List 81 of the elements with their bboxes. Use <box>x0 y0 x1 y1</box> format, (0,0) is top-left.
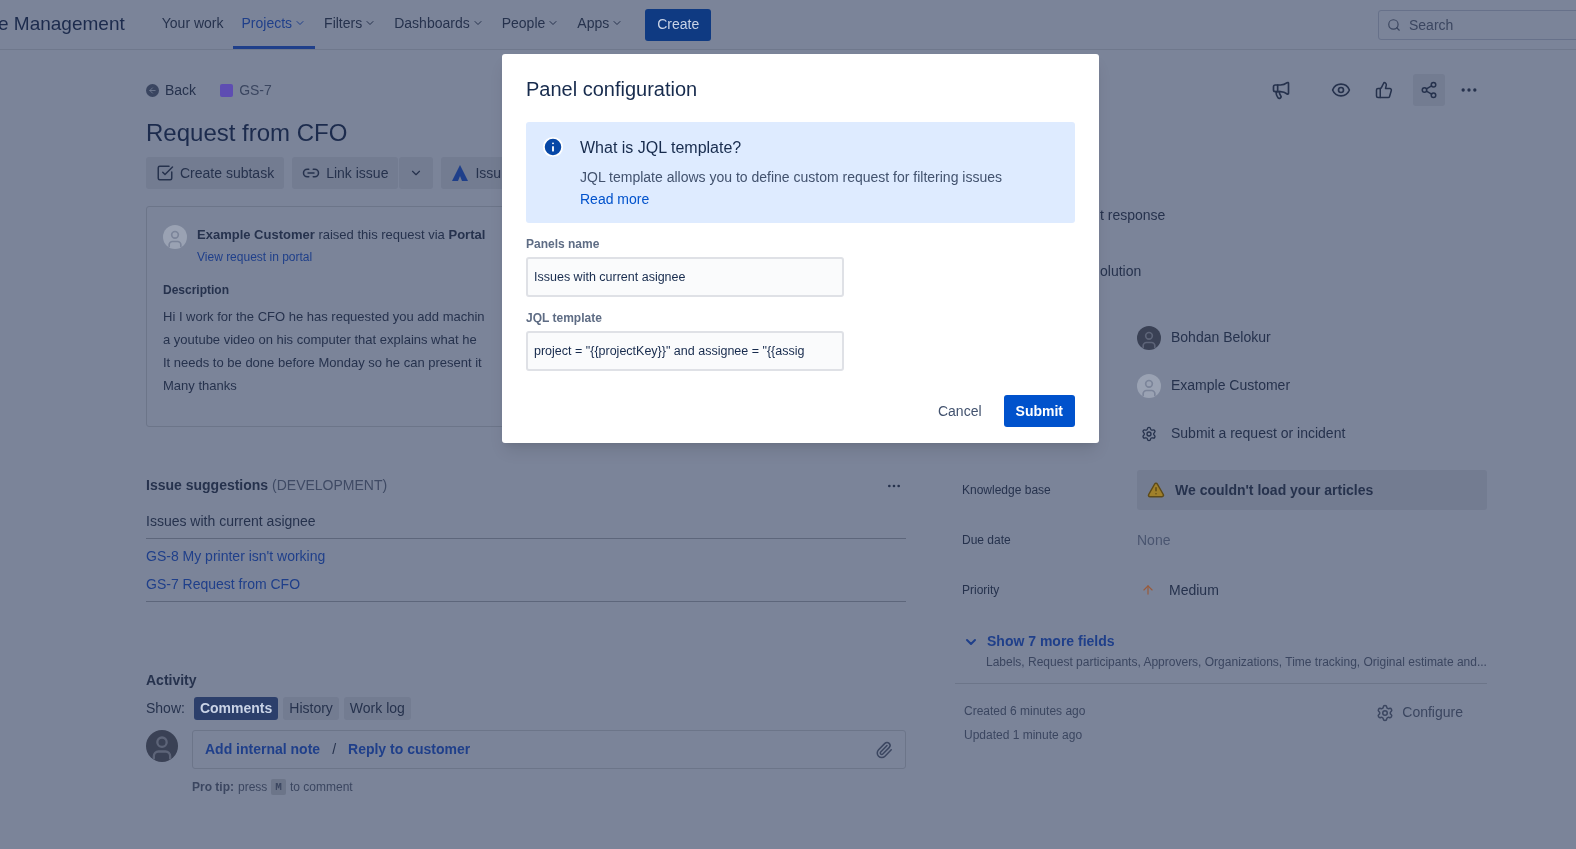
created-time: Created 6 minutes ago <box>964 703 1086 720</box>
updated-time: Updated 1 minute ago <box>964 727 1084 744</box>
nav-item[interactable]: Apps <box>568 0 633 49</box>
sla-text: t response <box>1100 206 1167 225</box>
attachment-icon[interactable] <box>875 740 893 759</box>
issue-type-icon <box>220 83 234 97</box>
pro-tip-label: Pro tip: <box>192 779 234 796</box>
issue-link[interactable]: GS-8 My printer isn't working <box>146 545 326 567</box>
gear-icon <box>1376 703 1395 722</box>
person-name: Bohdan Belokur <box>1171 328 1271 347</box>
reply-link[interactable]: Reply to customer <box>348 739 471 760</box>
nav-item[interactable]: People <box>492 0 569 49</box>
info-text: JQL template allows you to define custom request for filtering issues <box>580 168 1003 187</box>
eye-icon[interactable] <box>1331 80 1351 100</box>
activity-tab[interactable]: Work log <box>343 697 411 720</box>
thumbs-up-icon[interactable] <box>1375 81 1393 99</box>
back-link[interactable]: Back <box>146 79 197 101</box>
field-value: Medium <box>1169 580 1219 600</box>
field-label: Panels name <box>526 236 601 253</box>
section-title: Issue suggestions (DEVELOPMENT) <box>146 476 388 495</box>
hidden-fields-list: Labels, Request participants, Approvers, Organizations, Time tracking, Original estimate and... <box>955 653 1487 671</box>
text-field[interactable]: project = "{{projectKey}}" and assignee = "{{assig <box>526 331 844 371</box>
description-label: Description <box>163 281 229 299</box>
dialog-title: Panel configuration <box>526 77 699 102</box>
portal-link[interactable]: View request in portal <box>197 247 486 266</box>
action-button[interactable]: Create subtask <box>146 157 285 189</box>
info-icon <box>542 136 564 158</box>
person-name: Example Customer <box>1171 376 1291 395</box>
search-field[interactable]: Search <box>1378 9 1576 40</box>
nav-item[interactable]: Filters <box>315 0 386 49</box>
issue-link[interactable]: GS-7 Request from CFO <box>146 573 301 595</box>
megaphone-icon[interactable] <box>1271 80 1291 100</box>
comment-field[interactable]: Add internal note / Reply to customer <box>192 730 906 769</box>
cancel-button[interactable]: Cancel <box>935 395 984 427</box>
text-field[interactable]: Issues with current asignee <box>526 257 844 297</box>
search-icon <box>1387 17 1401 32</box>
nav-item[interactable]: Your work <box>152 0 233 49</box>
share-icon <box>1420 81 1438 99</box>
show-more-link[interactable]: Show 7 more fields <box>987 631 1115 652</box>
configure-button[interactable]: Configure <box>1376 702 1463 723</box>
person-name: Submit a request or incident <box>1171 424 1346 443</box>
user-avatar <box>1137 325 1161 350</box>
gear-icon <box>1141 425 1157 442</box>
triangle-logo-icon <box>451 164 470 182</box>
activity-tab[interactable]: Comments <box>193 697 279 720</box>
action-button[interactable]: Link issue <box>292 157 399 189</box>
issue-key-link[interactable]: GS-7 <box>220 79 272 101</box>
description-line: a youtube video on his computer that explains what he <box>163 330 477 349</box>
activity-tab[interactable]: History <box>283 697 339 720</box>
pro-tip-text: to comment <box>289 779 353 796</box>
arrow-up-icon <box>1141 583 1155 597</box>
description-line: Many thanks <box>163 376 237 395</box>
field-label: Priority <box>962 582 1001 599</box>
field-label: Due date <box>962 532 1012 549</box>
submit-button[interactable]: Submit <box>1003 395 1075 427</box>
nav-item[interactable]: Dashboards <box>385 0 493 49</box>
create-button[interactable]: Create <box>645 8 712 41</box>
panel-name: Issues with current asignee <box>146 511 906 539</box>
issue-title: Request from CFO <box>146 118 348 148</box>
avatar-icon <box>1137 373 1161 398</box>
pro-tip-text: press <box>238 779 268 796</box>
activity-title: Activity <box>146 671 198 690</box>
read-more-link[interactable]: Read more <box>580 189 1003 210</box>
warning-icon <box>1147 481 1165 499</box>
internal-note-link[interactable]: Add internal note <box>205 739 321 760</box>
description-line: Hi I work for the CFO he has requested you add machin <box>163 307 485 326</box>
field-label: JQL template <box>526 310 603 327</box>
sla-text: olution <box>1100 262 1143 281</box>
nav-item[interactable]: Projects <box>232 0 316 49</box>
description-line: It needs to be done before Monday so he can present it <box>163 353 482 372</box>
back-icon <box>146 83 159 97</box>
warning-text: We couldn't load your articles <box>1175 480 1374 500</box>
show-label: Show: <box>146 699 185 718</box>
request-source-text: Example Customer raised this request via Portal <box>197 226 486 244</box>
info-title: What is JQL template? <box>580 138 743 158</box>
checkbox-icon <box>156 164 174 182</box>
field-label: Knowledge base <box>962 482 1052 499</box>
separator-text: / <box>332 740 336 759</box>
avatar-icon <box>163 225 187 249</box>
share-button[interactable] <box>1413 74 1445 106</box>
user-avatar <box>146 730 178 762</box>
